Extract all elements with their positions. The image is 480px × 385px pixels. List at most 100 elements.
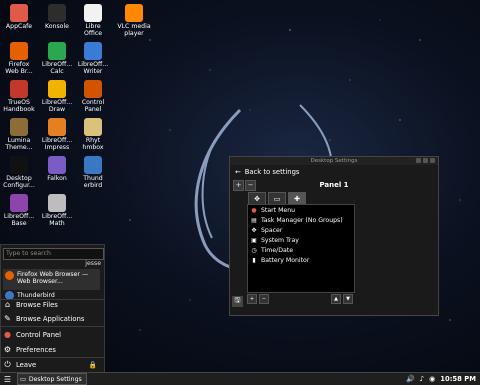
desktop-icon-appcafe[interactable]: AppCafe — [2, 4, 36, 30]
plugin-controls: + − ▲ ▼ — [247, 293, 353, 304]
writer-icon — [84, 42, 102, 60]
desktop-icon-desktop-config[interactable]: Desktop Configur... — [2, 156, 36, 189]
spreadsheet-icon — [48, 42, 66, 60]
panel-title: Panel 1 — [319, 181, 349, 189]
preferences-item[interactable]: ⚙ Preferences — [3, 343, 100, 356]
desktop-icon-label: Konsole — [45, 23, 69, 30]
desktop-icon-control-panel[interactable]: Control Panel — [76, 80, 110, 113]
start-menu-icon: ● — [251, 206, 257, 214]
move-down-button[interactable]: ▼ — [343, 293, 353, 304]
desktop-icon-label: TrueOS Handbook — [3, 99, 35, 113]
window-title: Desktop Settings — [310, 158, 358, 164]
plugin-item[interactable]: ▤ Task Manager (No Groups) — [248, 215, 354, 225]
leave-item[interactable]: ⏻ Leave 🔒 — [3, 358, 100, 371]
desktop-icon-draw[interactable]: LibreOff... Draw — [40, 80, 74, 113]
plugin-list: ● Start Menu ▤ Task Manager (No Groups) ✥ Spa… — [247, 204, 355, 293]
task-button-desktop-settings[interactable]: ▭ Desktop Settings — [17, 373, 87, 385]
search-input[interactable]: Type to search — [3, 248, 104, 260]
desktop-icon-firefox[interactable]: Firefox Web Br... — [2, 42, 36, 75]
desktop-icon-thunderbird[interactable]: Thund erbird — [76, 156, 110, 189]
desktop-icon-vlc[interactable]: VLC media player — [112, 4, 156, 37]
back-to-settings-button[interactable]: ← Back to settings — [230, 165, 438, 179]
desktop-icon-rhythmbox[interactable]: Rhyt hmbox — [76, 118, 110, 151]
spacer-arrows-icon: ✥ — [251, 226, 257, 234]
maximize-icon[interactable] — [423, 158, 428, 163]
remove-plugin-button[interactable]: − — [259, 293, 269, 304]
plugin-item[interactable]: ▣ System Tray — [248, 235, 354, 245]
desktop-settings-window: Desktop Settings ← Back to settings + − … — [229, 156, 439, 316]
desktop-icon-lumina-theme[interactable]: Lumina Theme... — [2, 118, 36, 151]
firefox-icon — [10, 42, 28, 60]
desktop-icon-base[interactable]: LibreOff... Base — [2, 194, 36, 227]
clock-icon: ◷ — [251, 246, 257, 254]
desktop-icon-writer[interactable]: LibreOff... Writer — [76, 42, 110, 75]
back-arrow-icon: ← — [235, 168, 241, 176]
preferences-icon: ⚙ — [3, 345, 12, 354]
start-menu-button[interactable]: ☰ — [2, 374, 13, 385]
desktop-icon-label: Rhyt hmbox — [82, 137, 104, 151]
plugin-item[interactable]: ▮ Battery Monitor — [248, 255, 354, 265]
control-panel-icon: ● — [4, 330, 11, 339]
terminal-icon — [48, 4, 66, 22]
monitor-icon — [10, 156, 28, 174]
monitor-icon: ▭ — [20, 375, 26, 383]
minimize-icon[interactable] — [416, 158, 421, 163]
plugin-label: Time/Date — [261, 246, 294, 254]
plugin-item[interactable]: ◷ Time/Date — [248, 245, 354, 255]
divider — [1, 326, 104, 327]
window-titlebar[interactable]: Desktop Settings — [230, 157, 438, 165]
plugin-item[interactable]: ● Start Menu — [248, 205, 354, 215]
plugin-label: System Tray — [261, 236, 299, 244]
falkon-icon — [48, 156, 66, 174]
leave-label: Leave — [16, 360, 37, 369]
system-tray-icon: ▣ — [251, 236, 257, 244]
plugin-item[interactable]: ✥ Spacer — [248, 225, 354, 235]
thunderbird-icon — [84, 156, 102, 174]
appcafe-icon — [10, 4, 28, 22]
volume-icon[interactable]: 🔊 — [406, 375, 415, 383]
task-button-label: Desktop Settings — [28, 375, 82, 383]
user-name: jesse — [85, 260, 101, 267]
power-icon: ⏻ — [4, 359, 11, 369]
browse-applications-item[interactable]: ✎ Browse Applications — [3, 312, 100, 325]
desktop-icon-label: LibreOff... Impress — [41, 137, 73, 151]
plugin-label: Battery Monitor — [261, 256, 310, 264]
lock-icon[interactable]: 🔒 — [89, 361, 97, 369]
desktop-icon-label: LibreOff... Calc — [41, 61, 73, 75]
favorite-firefox[interactable]: Firefox Web Browser — Web Browser... — [3, 269, 100, 290]
desktop-icon-handbook[interactable]: TrueOS Handbook — [2, 80, 36, 113]
desktop-icon-label: Thund erbird — [83, 175, 103, 189]
desktop-icon-impress[interactable]: LibreOff... Impress — [40, 118, 74, 151]
back-label: Back to settings — [244, 168, 300, 176]
math-icon — [48, 194, 66, 212]
desktop-icon-konsole[interactable]: Konsole — [40, 4, 74, 30]
browse-files-item[interactable]: ⌂ Browse Files — [3, 298, 100, 311]
desktop-icon-label: AppCafe — [5, 23, 33, 30]
move-arrows-icon: ✥ — [254, 194, 260, 203]
favorites-list: Firefox Web Browser — Web Browser... Thu… — [3, 269, 100, 300]
document-icon — [84, 4, 102, 22]
control-panel-item[interactable]: ● Control Panel — [3, 328, 100, 341]
user-avatar-icon[interactable]: ◉ — [429, 375, 435, 383]
rhythmbox-icon — [84, 118, 102, 136]
desktop-icon-calc[interactable]: LibreOff... Calc — [40, 42, 74, 75]
desktop-icon-libreoffice[interactable]: Libre Office — [76, 4, 110, 37]
move-up-button[interactable]: ▲ — [331, 293, 341, 304]
clock[interactable]: 10:58 PM — [440, 375, 476, 383]
desktop-icon-falkon[interactable]: Falkon — [40, 156, 74, 182]
battery-icon: ▮ — [252, 256, 256, 264]
system-tray: 🔊 ♪ ◉ 10:58 PM — [406, 373, 476, 385]
draw-icon — [48, 80, 66, 98]
paint-palette-icon — [10, 118, 28, 136]
handbook-icon — [10, 80, 28, 98]
desktop-icon-math[interactable]: LibreOff... Math — [40, 194, 74, 227]
plugin-label: Spacer — [261, 226, 283, 234]
media-note-icon[interactable]: ♪ — [420, 375, 424, 383]
desktop-icon-label: LibreOff... Math — [41, 213, 73, 227]
desktop-icon-label: Libre Office — [83, 23, 103, 37]
impress-icon — [48, 118, 66, 136]
desktop-icon-label: LibreOff... Base — [3, 213, 35, 227]
add-plugin-button[interactable]: + — [247, 293, 257, 304]
save-icon[interactable]: 🖫 — [232, 296, 243, 307]
close-icon[interactable] — [430, 158, 435, 163]
